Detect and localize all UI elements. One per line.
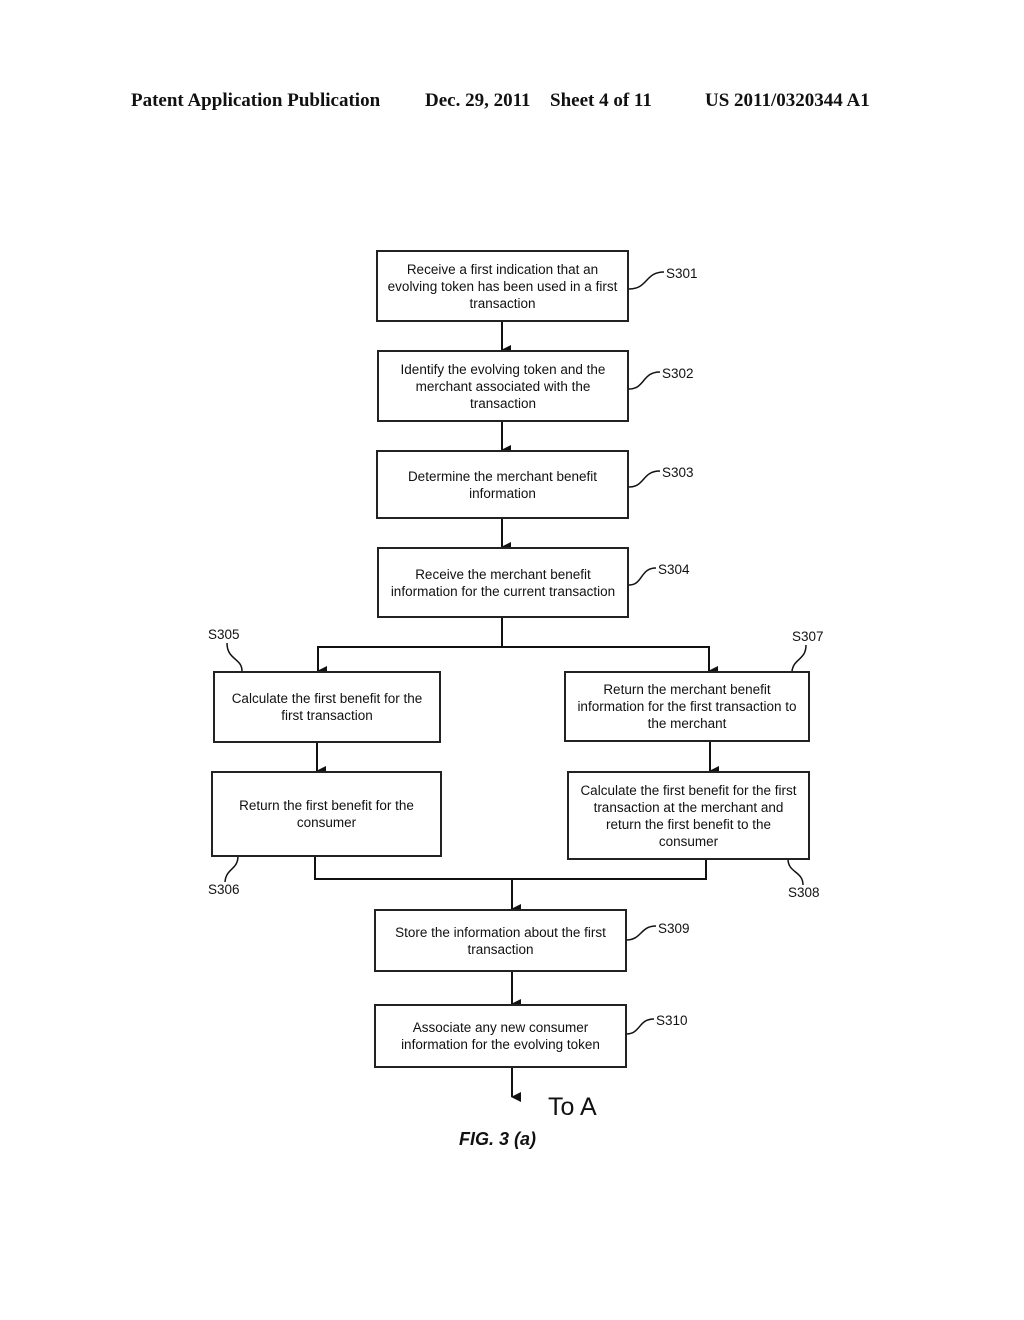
- leader-s306: [224, 855, 239, 883]
- leader-s305: [226, 642, 243, 672]
- leader-s301: [628, 271, 665, 290]
- step-label-s309: S309: [658, 921, 690, 936]
- step-box-s307: Return the merchant benefit information …: [564, 671, 810, 742]
- figure-caption: FIG. 3 (a): [459, 1129, 537, 1149]
- step-label-s304: S304: [658, 562, 690, 577]
- branch-line: [317, 617, 503, 676]
- step-label-s305: S305: [208, 627, 240, 642]
- step-box-s305: Calculate the first benefit for the firs…: [213, 671, 441, 743]
- step-label-s310: S310: [656, 1013, 688, 1028]
- leader-s302: [628, 371, 661, 390]
- step-label-s307: S307: [792, 629, 824, 644]
- leader-s308: [787, 858, 804, 886]
- step-label-s302: S302: [662, 366, 694, 381]
- flow-connectors: [224, 271, 807, 1102]
- step-box-s310: Associate any new consumer information f…: [374, 1004, 627, 1068]
- step-label-s308: S308: [788, 885, 820, 900]
- offpage-connector-label: To A: [548, 1093, 597, 1121]
- leader-s304: [628, 567, 657, 586]
- step-box-s306: Return the first benefit for the consume…: [211, 771, 442, 857]
- step-label-s306: S306: [208, 882, 240, 897]
- step-box-s308: Calculate the first benefit for the firs…: [567, 771, 810, 860]
- step-box-s309: Store the information about the first tr…: [374, 909, 627, 972]
- step-box-s303: Determine the merchant benefit informati…: [376, 450, 629, 519]
- step-box-s302: Identify the evolving token and the merc…: [377, 350, 629, 422]
- step-label-s301: S301: [666, 266, 698, 281]
- leader-s310: [625, 1018, 655, 1035]
- branch-line-right: [502, 646, 718, 676]
- step-box-s304: Receive the merchant benefit information…: [377, 547, 629, 618]
- leader-s309: [625, 925, 657, 941]
- leader-s307: [791, 644, 807, 672]
- step-box-s301: Receive a first indication that an evolv…: [376, 250, 629, 322]
- step-label-s303: S303: [662, 465, 694, 480]
- leader-s303: [628, 470, 661, 488]
